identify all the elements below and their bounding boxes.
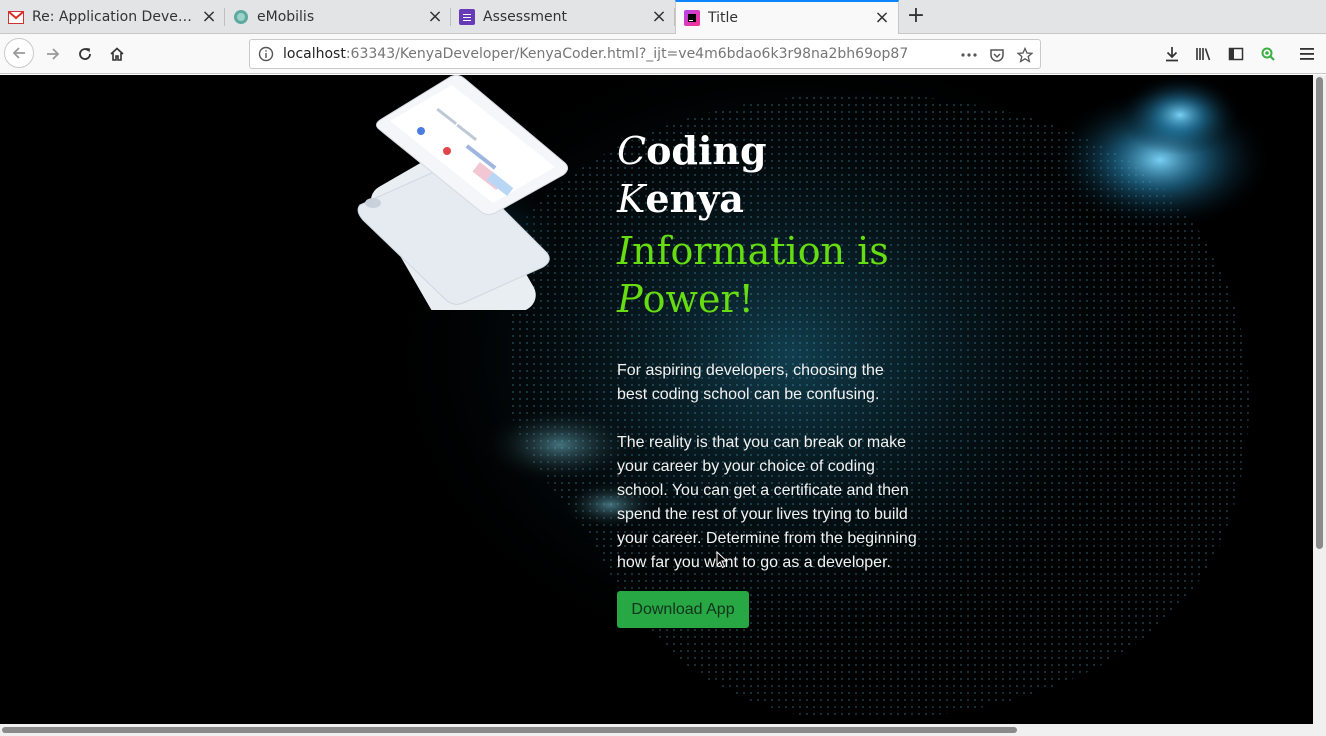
forward-arrow-icon: [47, 48, 60, 60]
info-icon[interactable]: [258, 46, 274, 62]
gmail-icon: [8, 9, 24, 25]
intro-paragraph: For aspiring developers, choosing the be…: [617, 362, 884, 403]
back-arrow-icon: [12, 47, 25, 59]
title-word: enya: [645, 176, 744, 221]
download-icon: [1166, 47, 1178, 62]
description-paragraph: The reality is that you can break or mak…: [617, 434, 917, 571]
home-button[interactable]: [103, 40, 131, 68]
tagline-word: nformation is: [632, 229, 889, 273]
url-path: :63343/KenyaDeveloper/KenyaCoder.html?_i…: [345, 46, 909, 62]
horizontal-scrollbar[interactable]: [0, 724, 1326, 736]
home-icon: [110, 47, 124, 61]
reload-icon: [79, 48, 91, 60]
horizontal-scroll-thumb[interactable]: [2, 727, 1017, 733]
page-actions-icon[interactable]: [960, 46, 978, 64]
extension-button[interactable]: [1254, 40, 1282, 68]
bookmark-star-icon[interactable]: [1016, 46, 1034, 64]
close-tab-icon[interactable]: ×: [201, 8, 217, 26]
tagline-initial: I: [617, 229, 633, 273]
close-tab-icon[interactable]: ×: [651, 8, 667, 26]
library-button[interactable]: [1190, 40, 1218, 68]
tab-emobilis[interactable]: eMobilis ×: [225, 0, 451, 34]
menu-button[interactable]: [1293, 40, 1321, 68]
phone-mockup-image: [357, 75, 569, 310]
extension-search-icon: [1261, 47, 1275, 61]
title-initial: C: [617, 129, 647, 173]
phpstorm-icon: [684, 10, 700, 26]
hero-tagline: Information is Power!: [617, 227, 937, 323]
tab-strip: Re: Application Develop × eMobilis × Ass…: [0, 0, 1326, 34]
emobilis-icon: [233, 9, 249, 25]
hero-title: Coding Kenya: [617, 127, 767, 223]
mouse-cursor-icon: [716, 551, 728, 569]
vertical-scroll-thumb[interactable]: [1316, 77, 1323, 549]
hamburger-menu-icon: [1300, 48, 1314, 60]
close-tab-icon[interactable]: ×: [874, 9, 890, 27]
pocket-icon[interactable]: [988, 46, 1006, 64]
form-icon: [459, 9, 475, 25]
new-tab-button[interactable]: +: [904, 5, 928, 29]
tagline-word: ower!: [642, 277, 754, 321]
address-bar[interactable]: localhost:63343/KenyaDeveloper/KenyaCode…: [249, 39, 1041, 69]
forward-button[interactable]: [39, 40, 67, 68]
tab-title: eMobilis: [257, 9, 315, 25]
reload-button[interactable]: [71, 40, 99, 68]
download-app-button[interactable]: Download App: [617, 591, 749, 628]
tab-title: Title: [708, 10, 739, 26]
sidebar-button[interactable]: [1222, 40, 1250, 68]
navigation-bar: localhost:63343/KenyaDeveloper/KenyaCode…: [0, 34, 1326, 74]
title-word: oding: [646, 128, 767, 173]
tab-assessment[interactable]: Assessment ×: [451, 0, 675, 34]
back-button[interactable]: [4, 38, 34, 68]
library-icon: [1196, 48, 1211, 61]
title-initial: K: [617, 177, 646, 221]
tab-title: Re: Application Develop: [32, 9, 195, 25]
vertical-scrollbar[interactable]: [1313, 75, 1326, 724]
tab-title: Assessment: [483, 9, 567, 25]
url-host: localhost: [283, 46, 346, 62]
tagline-initial: P: [617, 277, 643, 321]
page-content: Coding Kenya Information is Power! For a…: [0, 75, 1313, 724]
downloads-button[interactable]: [1158, 40, 1186, 68]
sidebar-icon: [1228, 47, 1244, 61]
close-tab-icon[interactable]: ×: [427, 8, 443, 26]
tab-title-active[interactable]: Title ×: [675, 0, 899, 34]
tab-gmail[interactable]: Re: Application Develop ×: [0, 0, 225, 34]
url-text[interactable]: localhost:63343/KenyaDeveloper/KenyaCode…: [283, 46, 908, 62]
